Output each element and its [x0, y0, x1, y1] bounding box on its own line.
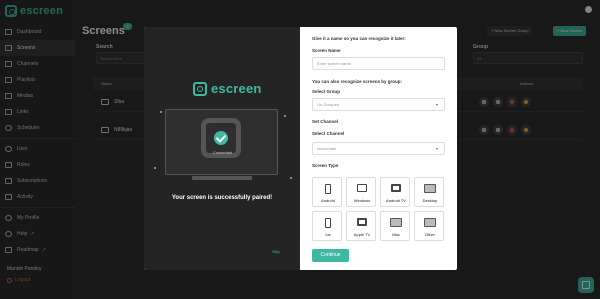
- type-label: Mac: [392, 232, 400, 237]
- decor-dot: [290, 177, 292, 179]
- group-hint: You can also recognize screens by group:: [312, 79, 402, 84]
- tv-icon: [391, 184, 401, 192]
- type-mac[interactable]: Mac: [380, 211, 410, 241]
- select-channel-label: Select Channel: [312, 131, 345, 136]
- paired-message: Your screen is successfully paired!: [171, 195, 273, 201]
- form-heading: Give it a name so you can recognize it l…: [312, 36, 406, 41]
- decor-dot: [284, 115, 286, 117]
- screen-type-grid: Android Windows Android TV Desktop Ios A…: [312, 177, 444, 241]
- type-label: Ios: [325, 232, 331, 237]
- continue-button[interactable]: Continue: [312, 249, 349, 262]
- pairing-modal: escreen Connected Your screen is success…: [144, 27, 457, 270]
- type-android[interactable]: Android: [312, 177, 342, 207]
- modal-brand-logo: escreen: [193, 81, 262, 96]
- check-icon: [214, 131, 228, 145]
- screen-name-input[interactable]: Enter screen name: [312, 57, 445, 70]
- logo-icon: [193, 81, 207, 96]
- connected-label: Connected: [212, 150, 233, 155]
- type-label: Windows: [353, 198, 371, 203]
- modal-form: Give it a name so you can recognize it l…: [300, 27, 457, 270]
- monitor-illustration: Connected: [165, 109, 278, 175]
- modal-illustration-panel: escreen Connected Your screen is success…: [144, 27, 300, 270]
- monitor-icon: [424, 218, 436, 227]
- group-select[interactable]: Un-Grouped ▾: [312, 98, 445, 111]
- iphone-icon: [325, 218, 331, 228]
- monitor-stand: [192, 176, 252, 180]
- desktop-icon: [424, 184, 436, 193]
- type-other[interactable]: Other: [414, 211, 444, 241]
- channel-select-value: checkmate: [317, 146, 337, 151]
- type-label: Other: [424, 232, 435, 237]
- type-apple-tv[interactable]: Apple TV: [346, 211, 376, 241]
- screen-type-label: Screen Type: [312, 163, 339, 168]
- type-desktop[interactable]: Desktop: [414, 177, 444, 207]
- type-label: Apple TV: [353, 232, 371, 237]
- skip-link[interactable]: Skip: [272, 249, 280, 254]
- type-label: Android TV: [386, 198, 406, 203]
- screen-name-label: Screen Name: [312, 48, 341, 53]
- type-label: Android: [321, 198, 335, 203]
- modal-brand-name: escreen: [211, 81, 262, 96]
- chevron-down-icon: ▾: [435, 146, 438, 151]
- chevron-down-icon: ▾: [435, 102, 438, 107]
- apple-tv-icon: [357, 218, 367, 226]
- group-select-value: Un-Grouped: [317, 102, 340, 107]
- set-channel-label: Set Channel: [312, 119, 339, 124]
- laptop-icon: [357, 184, 367, 192]
- type-windows[interactable]: Windows: [346, 177, 376, 207]
- type-android-tv[interactable]: Android TV: [380, 177, 410, 207]
- android-icon: [325, 184, 331, 194]
- decor-dot: [154, 167, 156, 169]
- type-ios[interactable]: Ios: [312, 211, 342, 241]
- imac-icon: [390, 218, 402, 227]
- select-group-label: Select Group: [312, 89, 341, 94]
- type-label: Desktop: [422, 198, 438, 203]
- decor-dot: [160, 111, 162, 113]
- channel-select[interactable]: checkmate ▾: [312, 142, 445, 155]
